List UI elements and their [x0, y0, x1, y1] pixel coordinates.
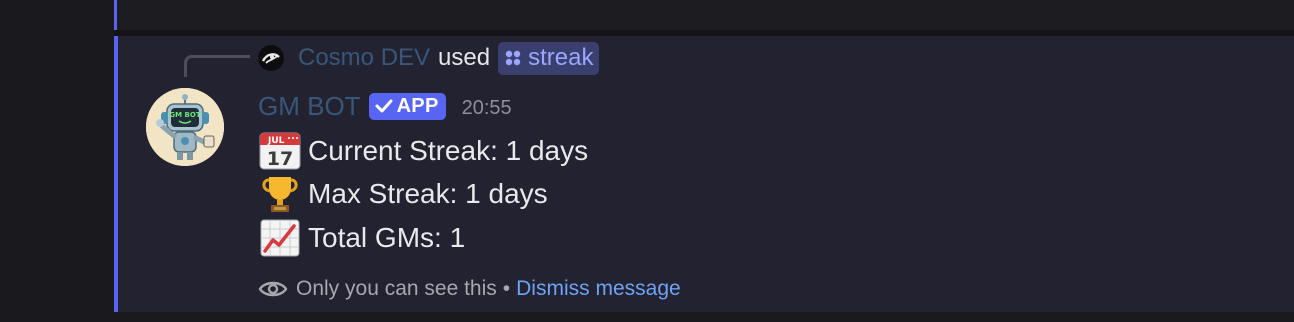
app-badge: APP [368, 92, 446, 120]
previous-message-area [114, 0, 1294, 30]
chart-increasing-icon [258, 218, 302, 258]
chat-view: Cosmo DEV used streak GM BOT GM BOT APP … [0, 0, 1294, 322]
left-gutter [0, 0, 114, 322]
ephemeral-note: Only you can see this [296, 277, 497, 300]
trophy-icon [258, 174, 302, 214]
dismiss-message-link[interactable]: Dismiss message [516, 277, 681, 301]
reply-used-text: used [438, 44, 491, 71]
svg-text:JUL: JUL [267, 136, 285, 146]
footer-separator: • [502, 277, 511, 300]
eye-icon [258, 281, 288, 297]
command-name: streak [528, 43, 594, 71]
message-timestamp[interactable]: 20:55 [462, 97, 512, 120]
total-gms-text: Total GMs: 1 [308, 222, 466, 253]
author-name[interactable]: GM BOT [258, 91, 361, 122]
app-command-icon [505, 50, 521, 65]
message-line-current-streak: JUL 17 Current Streak: 1 days [258, 131, 588, 171]
reply-user-name[interactable]: Cosmo DEV [298, 44, 430, 72]
checkmark-icon [375, 99, 393, 113]
max-streak-text: Max Streak: 1 days [308, 178, 548, 209]
calendar-icon: JUL 17 [258, 131, 302, 171]
command-reply-header: Cosmo DEV used streak [258, 40, 600, 76]
reply-spine [184, 55, 250, 77]
ephemeral-footer: Only you can see this • Dismiss message [258, 274, 681, 304]
previous-message-accent [114, 0, 117, 30]
message-line-total-gms: Total GMs: 1 [258, 218, 465, 258]
below-message-area [114, 312, 1294, 322]
command-mention[interactable]: streak [498, 41, 600, 75]
bot-avatar[interactable]: GM BOT [146, 88, 224, 166]
svg-text:17: 17 [267, 148, 293, 170]
cosmo-avatar-icon[interactable] [258, 45, 284, 71]
current-streak-text: Current Streak: 1 days [308, 135, 589, 166]
message-header: GM BOT APP 20:55 [258, 88, 512, 124]
app-badge-label: APP [396, 94, 439, 117]
bot-avatar-label: GM BOT [169, 111, 200, 119]
ephemeral-message-accent [114, 36, 118, 312]
message-line-max-streak: Max Streak: 1 days [258, 174, 548, 214]
